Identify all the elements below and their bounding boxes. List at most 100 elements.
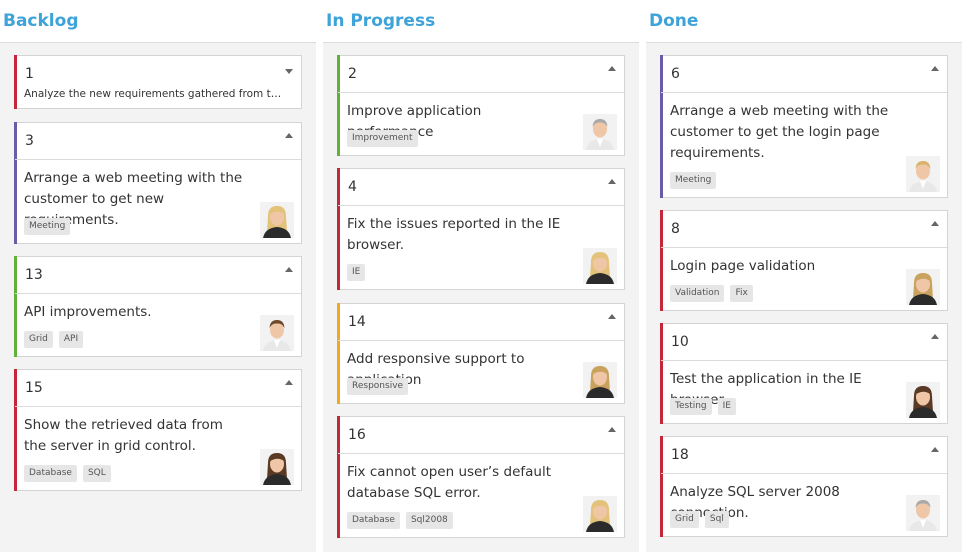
man-blonde-avatar [906,156,940,192]
tag: SQL [82,465,111,482]
card-header: 16 [338,417,624,453]
tag: IE [347,264,366,281]
card-summary: Show the retrieved data from the server … [24,417,223,454]
tag: IE [717,398,736,415]
woman-short-hair-avatar [906,382,940,418]
woman-short-hair-avatar [260,449,294,485]
collapse-icon[interactable] [285,380,293,385]
card-id: 1 [25,66,34,82]
collapse-icon[interactable] [931,66,939,71]
column-backlog: Backlog 1 Analyze the new requirements ga… [0,0,316,552]
card-summary: Login page validation [670,258,816,274]
collapse-icon[interactable] [931,221,939,226]
collapse-icon[interactable] [285,267,293,272]
card-content: Improve application performanceImproveme… [338,92,624,155]
card-tags: Validation Fix [670,285,753,302]
tag: Fix [730,285,753,302]
woman-curly-hair-avatar [906,269,940,305]
tag: Meeting [24,218,71,235]
tag: Grid [24,331,53,348]
column-header: Done [646,0,962,43]
collapse-icon[interactable] [285,133,293,138]
card-tags: Grid API [24,331,84,348]
kanban-board: Backlog 1 Analyze the new requirements ga… [0,0,966,552]
card-tags: Improvement [347,130,418,147]
tag: Improvement [347,130,418,147]
column-content: 2 Improve application performanceImprovem… [323,43,639,552]
kanban-card[interactable]: 3 Arrange a web meeting with the customer… [14,122,302,244]
card-summary: Analyze the new requirements gathered fr… [24,88,286,100]
column-content: 1 Analyze the new requirements gathered f… [0,43,316,552]
kanban-card[interactable]: 8 Login page validation Validation Fix [660,210,948,311]
card-content: Arrange a web meeting with the customer … [15,159,301,243]
man-gray-hair-avatar [583,114,617,150]
man-brown-hair-avatar [260,315,294,351]
card-tags: IE [347,264,366,281]
card-tags: Responsive [347,378,409,395]
column-done: Done 6 Arrange a web meeting with the cus… [646,0,962,552]
card-summary: Fix cannot open user’s default database … [347,464,552,501]
kanban-card[interactable]: 16 Fix cannot open user’s default databas… [337,416,625,538]
card-header: 3 [15,123,301,159]
card-content: Show the retrieved data from the server … [15,406,301,490]
card-tags: Database Sql2008 [347,512,453,529]
card-tags: Meeting [670,172,717,189]
card-summary: Arrange a web meeting with the customer … [670,103,889,161]
card-content: Fix the issues reported in the IE browse… [338,205,624,289]
woman-blonde-avatar [583,248,617,284]
kanban-card[interactable]: 18 Analyze SQL server 2008 connection.Gri… [660,436,948,537]
tag: Database [24,465,77,482]
collapse-icon[interactable] [608,427,616,432]
kanban-card[interactable]: 13 API improvements. Grid API [14,256,302,357]
kanban-card[interactable]: 14 Add responsive support to applicationR… [337,303,625,404]
tag: Database [347,512,400,529]
kanban-card[interactable]: 4 Fix the issues reported in the IE brows… [337,168,625,290]
collapse-icon[interactable] [931,447,939,452]
collapse-icon[interactable] [608,179,616,184]
card-tags: Testing IE [670,398,736,415]
card-content: Login page validation Validation Fix [661,247,947,310]
card-id: 4 [348,179,357,195]
collapse-icon[interactable] [608,314,616,319]
tag: Validation [670,285,725,302]
column-header: Backlog [0,0,316,43]
tag: Sql [704,511,729,528]
card-header: 4 [338,169,624,205]
column-title: In Progress [326,11,436,31]
card-header: 8 [661,211,947,247]
woman-blonde-avatar [583,496,617,532]
kanban-card[interactable]: 10 Test the application in the IE browser… [660,323,948,424]
column-title: Backlog [3,11,79,31]
card-id: 3 [25,133,34,149]
kanban-card[interactable]: 1 Analyze the new requirements gathered f… [14,55,302,109]
card-id: 18 [671,447,689,463]
card-summary: Fix the issues reported in the IE browse… [347,216,561,253]
card-id: 13 [25,267,43,283]
card-header: 18 [661,437,947,473]
card-content: Add responsive support to applicationRes… [338,340,624,403]
tag: Meeting [670,172,717,189]
collapse-icon[interactable] [608,66,616,71]
card-tags: Grid Sql [670,511,729,528]
card-content: Arrange a web meeting with the customer … [661,92,947,197]
kanban-card[interactable]: 2 Improve application performanceImprovem… [337,55,625,156]
card-content: Test the application in the IE browser.T… [661,360,947,423]
card-id: 14 [348,314,366,330]
card-header: 6 [661,56,947,92]
collapse-icon[interactable] [931,334,939,339]
kanban-card[interactable]: 15 Show the retrieved data from the serve… [14,369,302,491]
expand-icon[interactable] [285,69,293,74]
column-in-progress: In Progress 2 Improve application perform… [323,0,639,552]
card-id: 6 [671,66,680,82]
card-header: 15 [15,370,301,406]
tag: Testing [670,398,712,415]
tag: Responsive [347,378,409,395]
card-id: 2 [348,66,357,82]
column-header: In Progress [323,0,639,43]
tag: API [58,331,84,348]
card-header: 1 [15,56,301,92]
kanban-card[interactable]: 6 Arrange a web meeting with the customer… [660,55,948,198]
card-id: 8 [671,221,680,237]
card-header: 2 [338,56,624,92]
card-header: 13 [15,257,301,293]
